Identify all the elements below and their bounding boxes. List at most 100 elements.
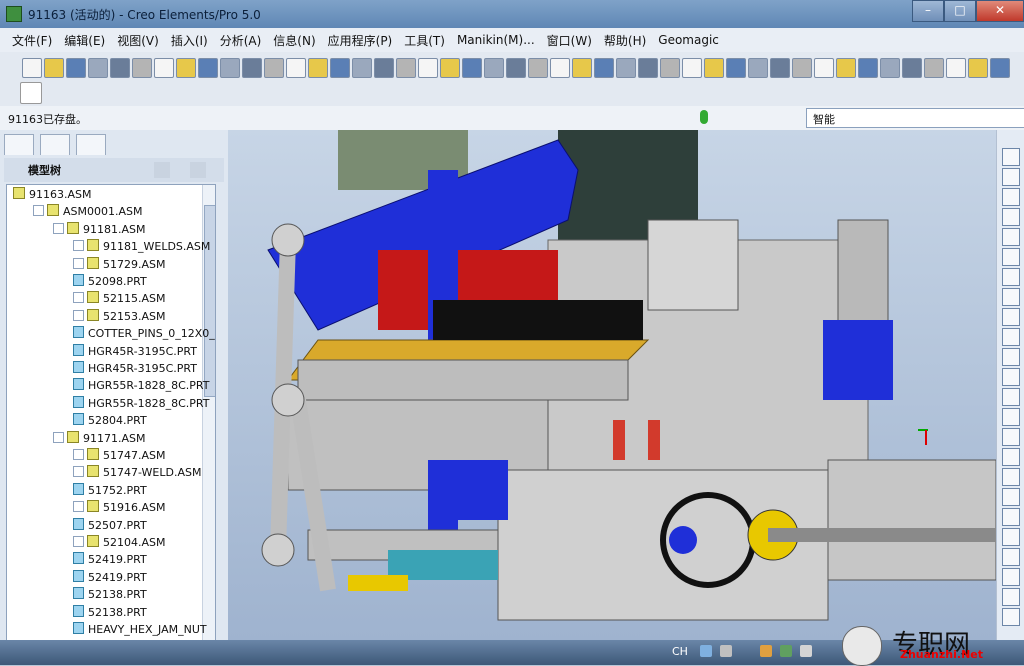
feature-tool-icon[interactable] xyxy=(1002,468,1020,486)
toolbar-button-icon[interactable] xyxy=(154,58,174,78)
toolbar-button-icon[interactable] xyxy=(902,58,922,78)
tree-item[interactable]: 51916.ASM xyxy=(73,500,166,517)
toolbar-button-icon[interactable] xyxy=(132,58,152,78)
tray-icon[interactable] xyxy=(800,645,812,657)
tree-item[interactable]: 52138.PRT xyxy=(73,587,147,604)
toolbar-button-icon[interactable] xyxy=(220,58,240,78)
toolbar-button-icon[interactable] xyxy=(968,58,988,78)
toolbar-button-icon[interactable] xyxy=(660,58,680,78)
feature-tool-icon[interactable] xyxy=(1002,548,1020,566)
feature-tool-icon[interactable] xyxy=(1002,448,1020,466)
toolbar-button-icon[interactable] xyxy=(418,58,438,78)
toolbar-button-icon[interactable] xyxy=(990,58,1010,78)
feature-tool-icon[interactable] xyxy=(1002,188,1020,206)
toolbar-button-icon[interactable] xyxy=(594,58,614,78)
model-tree[interactable]: 91163.ASM ASM0001.ASM 91181.ASM 91181_WELDS… xyxy=(6,184,216,641)
menu-item[interactable]: 应用程序(P) xyxy=(328,32,393,49)
feature-tool-icon[interactable] xyxy=(1002,308,1020,326)
toolbar-button-icon[interactable] xyxy=(176,58,196,78)
tree-item[interactable]: ASM0001.ASM xyxy=(33,204,143,221)
toolbar-button-icon[interactable] xyxy=(506,58,526,78)
feature-tool-icon[interactable] xyxy=(1002,428,1020,446)
feature-tool-icon[interactable] xyxy=(1002,288,1020,306)
toolbar-button-icon[interactable] xyxy=(616,58,636,78)
feature-tool-icon[interactable] xyxy=(1002,568,1020,586)
expand-icon[interactable] xyxy=(73,501,84,513)
toolbar-button-icon[interactable] xyxy=(396,58,416,78)
tree-item[interactable]: 52098.PRT xyxy=(73,274,147,291)
menu-item[interactable]: 插入(I) xyxy=(171,32,208,49)
menu-item[interactable]: Geomagic xyxy=(658,33,719,47)
toolbar-button-icon[interactable] xyxy=(484,58,504,78)
feature-tool-icon[interactable] xyxy=(1002,148,1020,166)
toolbar-button-icon[interactable] xyxy=(66,58,86,78)
menu-item[interactable]: 文件(F) xyxy=(12,32,52,49)
expand-icon[interactable] xyxy=(73,536,84,547)
toolbar-button-icon[interactable] xyxy=(572,58,592,78)
graphics-window[interactable] xyxy=(228,130,996,640)
toolbar-button-icon[interactable] xyxy=(792,58,812,78)
minimize-button[interactable]: – xyxy=(912,0,944,22)
expand-icon[interactable] xyxy=(73,449,84,460)
toolbar-button-icon[interactable] xyxy=(682,58,702,78)
toolbar-button-icon[interactable] xyxy=(836,58,856,78)
settings-icon[interactable] xyxy=(154,162,170,178)
selection-filter-select[interactable]: 智能 xyxy=(806,108,1024,128)
tree-item[interactable]: 52104.ASM xyxy=(73,535,166,552)
tree-item[interactable]: 91171.ASM xyxy=(53,430,146,448)
toolbar-button-icon[interactable] xyxy=(330,58,350,78)
tree-item[interactable]: 51747.ASM xyxy=(73,448,166,465)
tree-item[interactable]: COTTER_PINS_0_12X0_ xyxy=(73,326,215,343)
toolbar-button-icon[interactable] xyxy=(858,58,878,78)
tab-model-tree[interactable] xyxy=(4,134,34,155)
feature-tool-icon[interactable] xyxy=(1002,528,1020,546)
tree-item[interactable]: 52153.ASM xyxy=(73,308,166,326)
toolbar-button-icon[interactable] xyxy=(638,58,658,78)
feature-tool-icon[interactable] xyxy=(1002,488,1020,506)
tree-item[interactable]: 51747-WELD.ASM xyxy=(73,465,201,482)
close-button[interactable]: ✕ xyxy=(976,0,1024,22)
toolbar-button-icon[interactable] xyxy=(198,58,218,78)
expand-icon[interactable] xyxy=(53,222,64,234)
feature-tool-icon[interactable] xyxy=(1002,328,1020,346)
expand-icon[interactable] xyxy=(73,240,84,252)
tab-folder-browser[interactable] xyxy=(40,134,70,155)
toolbar-button-icon[interactable] xyxy=(550,58,570,78)
toolbar-button-icon[interactable] xyxy=(748,58,768,78)
tree-item[interactable]: 52115.ASM xyxy=(73,291,166,308)
menu-item[interactable]: 工具(T) xyxy=(404,32,445,49)
feature-tool-icon[interactable] xyxy=(1002,508,1020,526)
tree-item[interactable]: HGR55R-1828_8C.PRT xyxy=(73,395,209,413)
what-is-this-icon[interactable] xyxy=(20,82,42,104)
feature-tool-icon[interactable] xyxy=(1002,368,1020,386)
menu-item[interactable]: 窗口(W) xyxy=(547,32,592,49)
feature-tool-icon[interactable] xyxy=(1002,388,1020,406)
toolbar-button-icon[interactable] xyxy=(308,58,328,78)
tree-scroll-thumb[interactable] xyxy=(204,205,215,397)
toolbar-button-icon[interactable] xyxy=(88,58,108,78)
expand-icon[interactable] xyxy=(33,205,44,217)
toolbar-button-icon[interactable] xyxy=(44,58,64,78)
tray-icon[interactable] xyxy=(780,645,792,657)
toolbar-button-icon[interactable] xyxy=(264,58,284,78)
feature-tool-icon[interactable] xyxy=(1002,168,1020,186)
tray-icon[interactable] xyxy=(700,645,712,657)
toolbar-button-icon[interactable] xyxy=(22,58,42,78)
menu-item[interactable]: 编辑(E) xyxy=(64,32,105,49)
toolbar-button-icon[interactable] xyxy=(704,58,724,78)
menu-item[interactable]: 帮助(H) xyxy=(604,32,646,49)
tree-item[interactable]: 91181_WELDS.ASM xyxy=(73,239,210,256)
toolbar-button-icon[interactable] xyxy=(440,58,460,78)
toolbar-button-icon[interactable] xyxy=(242,58,262,78)
feature-tool-icon[interactable] xyxy=(1002,268,1020,286)
menu-item[interactable]: 分析(A) xyxy=(220,32,262,49)
maximize-button[interactable]: □ xyxy=(944,0,976,22)
feature-tool-icon[interactable] xyxy=(1002,408,1020,426)
feature-tool-icon[interactable] xyxy=(1002,248,1020,266)
tree-item[interactable]: 91163.ASM xyxy=(13,187,92,204)
menu-item[interactable]: 视图(V) xyxy=(117,32,159,49)
feature-tool-icon[interactable] xyxy=(1002,608,1020,626)
expand-icon[interactable] xyxy=(73,466,84,478)
ime-indicator[interactable]: CH xyxy=(672,645,688,658)
expand-icon[interactable] xyxy=(73,292,84,304)
